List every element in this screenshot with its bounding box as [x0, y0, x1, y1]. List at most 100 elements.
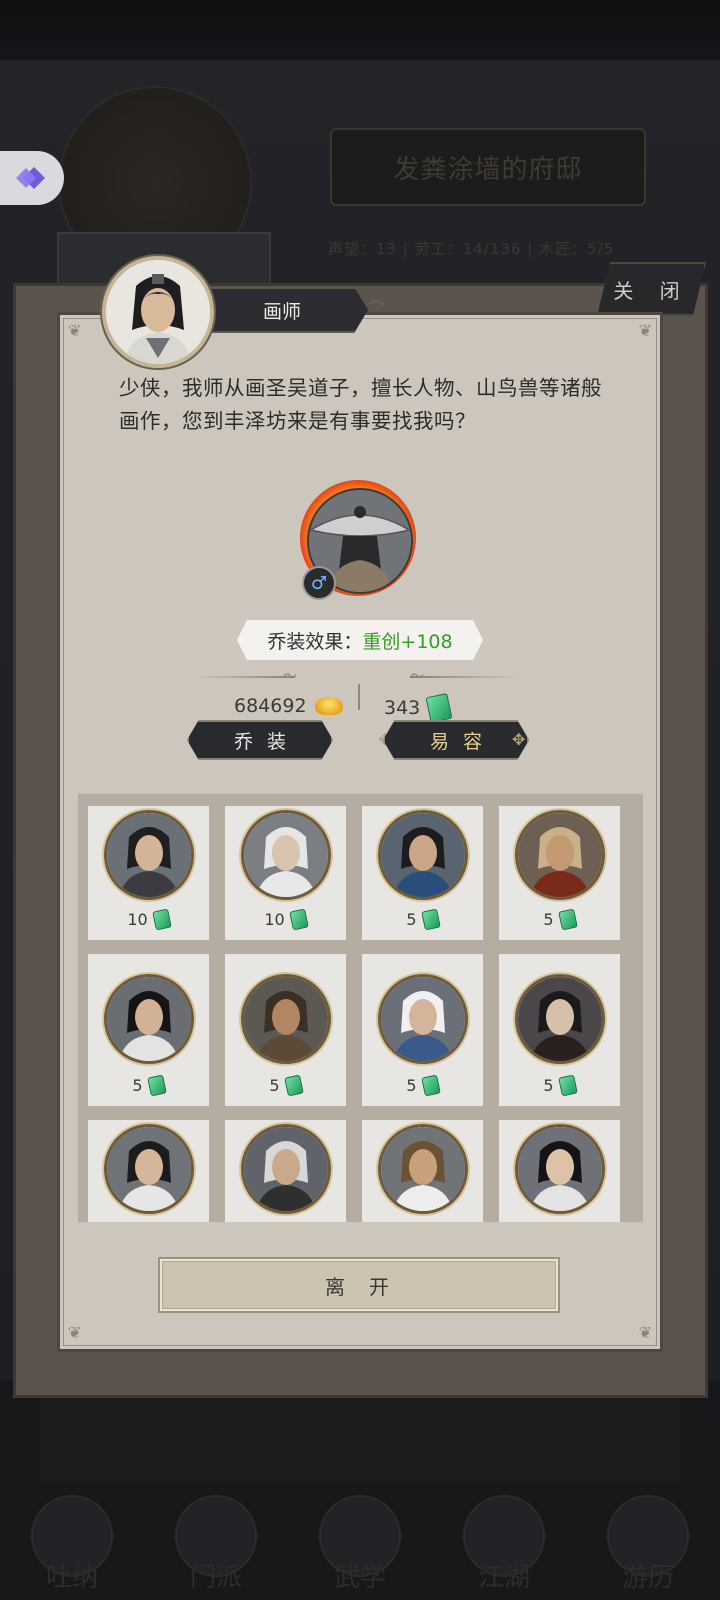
background-street: [40, 1390, 680, 1482]
portrait-card[interactable]: 5: [225, 954, 346, 1106]
leave-button[interactable]: 离开: [160, 1259, 558, 1311]
bearded-general-icon: [244, 977, 328, 1061]
cost-amount: 5: [543, 910, 554, 929]
portrait-frame: [515, 810, 605, 900]
portrait-frame: [104, 810, 194, 900]
old-master-icon: [244, 1127, 328, 1211]
portrait-grid-scroll[interactable]: 10 10 5 5 5 5 5 5: [78, 794, 643, 1222]
portrait-grid: 10 10 5 5 5 5 5 5: [88, 806, 620, 1222]
topknot-youth-icon: [518, 1127, 602, 1211]
cost-amount: 5: [406, 1076, 417, 1095]
gold-amount: 684692: [234, 695, 307, 717]
bottom-nav: 吐纳 门派 武学 江湖 游历: [0, 1480, 720, 1600]
jade-token-icon: [151, 908, 172, 931]
portrait-cost: 5: [499, 1074, 620, 1097]
jade-token-icon: [146, 1074, 167, 1097]
portrait-card[interactable]: [225, 1120, 346, 1222]
gold-ingot-icon: [314, 697, 343, 715]
portrait-card[interactable]: [499, 1120, 620, 1222]
portrait-card[interactable]: 5: [362, 806, 483, 940]
nav-item: 游历: [593, 1484, 703, 1594]
blindfolded-swordsman-icon: [107, 813, 191, 897]
nav-label: 门派: [189, 1563, 242, 1593]
mansion-stats: 声望：13 | 劳工：14/136 | 木匠：5/5: [328, 240, 615, 258]
portrait-card[interactable]: 10: [225, 806, 346, 940]
portrait-frame: [378, 974, 468, 1064]
floating-shortcut-button[interactable]: [0, 151, 64, 205]
nav-item: 武学: [305, 1484, 415, 1594]
nav-label: 武学: [333, 1563, 386, 1593]
jade-token-icon: [557, 908, 578, 931]
disguise-effect-pill: 乔装效果： 重创+108: [237, 620, 483, 660]
cost-amount: 5: [543, 1076, 554, 1095]
corner-ornament-icon: ❦: [68, 321, 82, 340]
jade-token-icon: [283, 1074, 304, 1097]
portrait-cost: 5: [362, 1074, 483, 1097]
portrait-card[interactable]: 10: [88, 806, 209, 940]
jade-token-icon: [420, 1074, 441, 1097]
disguise-button[interactable]: 乔装: [187, 720, 333, 760]
scarred-brawler-icon: [518, 813, 602, 897]
effect-label: 乔装效果：: [267, 630, 363, 653]
nav-label: 游历: [621, 1563, 674, 1593]
cloud-ornament-icon: ✥: [512, 730, 526, 749]
portrait-cost: 10: [88, 908, 209, 931]
portrait-frame: [241, 974, 331, 1064]
jade-token-icon: [425, 692, 453, 724]
portrait-cost: 10: [225, 908, 346, 931]
portrait-card[interactable]: 5: [88, 954, 209, 1106]
painted-face-villain-icon: [518, 977, 602, 1061]
portrait-frame: [241, 1124, 331, 1214]
fur-collar-noble-icon: [381, 1127, 465, 1211]
long-hair-swordsman-icon: [107, 977, 191, 1061]
jade-token-icon: [420, 908, 441, 931]
young-scholar-icon: [107, 1127, 191, 1211]
portrait-frame: [515, 974, 605, 1064]
white-beard-elder-icon: [381, 977, 465, 1061]
npc-avatar: [102, 256, 214, 368]
mansion-title: 发粪涂墙的府邸: [330, 128, 646, 206]
nav-label: 江湖: [477, 1563, 530, 1593]
effect-value: 重创+108: [362, 630, 453, 653]
portrait-card[interactable]: [362, 1120, 483, 1222]
close-button[interactable]: 关 闭: [597, 262, 706, 316]
npc-name-plate: 画师: [196, 287, 368, 333]
cost-amount: 5: [406, 910, 417, 929]
portrait-frame: [515, 1124, 605, 1214]
portrait-card[interactable]: [88, 1120, 209, 1222]
divider-swirl-icon: 〜: [283, 669, 297, 685]
portrait-frame: [104, 974, 194, 1064]
npc-dialogue: 少侠，我师从画圣吴道子，擅长人物、山鸟兽等诸般画作，您到丰泽坊来是有事要找我吗？: [119, 376, 602, 433]
cost-amount: 10: [127, 910, 148, 929]
gold-currency: 684692: [234, 695, 343, 717]
double-diamond-icon: [16, 167, 45, 189]
corner-ornament-icon: ❦: [638, 1323, 652, 1342]
corner-ornament-icon: ❦: [638, 321, 652, 340]
portrait-frame: [378, 1124, 468, 1214]
portrait-cost: 5: [225, 1074, 346, 1097]
portrait-cost: 5: [362, 908, 483, 931]
currency-separator: [358, 684, 360, 710]
portrait-card[interactable]: 5: [362, 954, 483, 1106]
nav-item: 吐纳: [17, 1484, 127, 1594]
cost-amount: 10: [264, 910, 285, 929]
portrait-frame: [378, 810, 468, 900]
cost-amount: 5: [269, 1076, 280, 1095]
cloud-swirl-icon: ෴: [368, 290, 386, 311]
jade-token-icon: [557, 1074, 578, 1097]
portrait-card[interactable]: 5: [499, 806, 620, 940]
jade-token-icon: [288, 908, 309, 931]
male-icon: ♂: [302, 566, 336, 600]
jade-amount: 343: [384, 697, 421, 719]
portrait-cost: 5: [88, 1074, 209, 1097]
painter-portrait-icon: [106, 260, 210, 364]
portrait-card[interactable]: 5: [499, 954, 620, 1106]
portrait-frame: [241, 810, 331, 900]
jade-currency: 343: [384, 692, 453, 724]
cost-amount: 5: [132, 1076, 143, 1095]
change-face-button[interactable]: 易容: [383, 720, 529, 760]
portrait-frame: [104, 1124, 194, 1214]
corner-ornament-icon: ❦: [68, 1323, 82, 1342]
portrait-cost: 5: [499, 908, 620, 931]
nav-label: 吐纳: [45, 1563, 98, 1593]
